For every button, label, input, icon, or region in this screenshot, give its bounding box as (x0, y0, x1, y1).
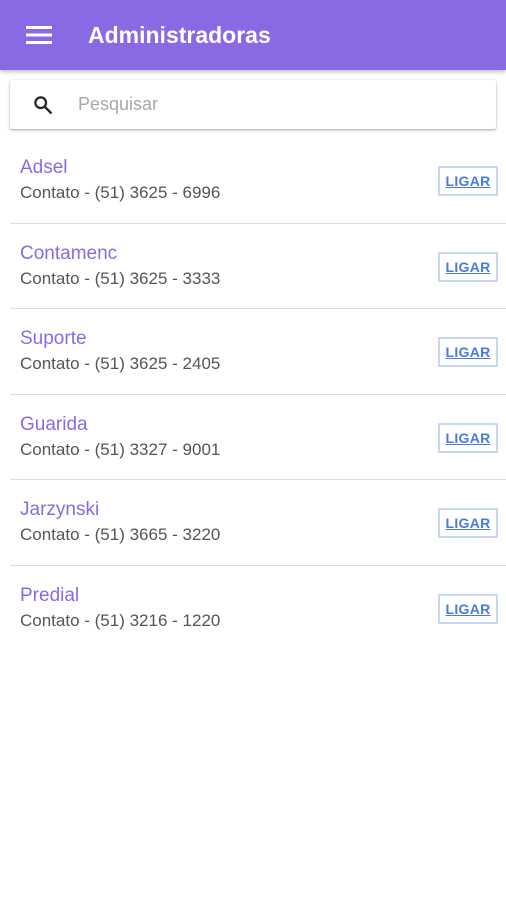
list-item: Suporte Contato - (51) 3625 - 2405 LIGAR (10, 309, 506, 395)
list-item: Adsel Contato - (51) 3625 - 6996 LIGAR (10, 138, 506, 224)
list-item: Contamenc Contato - (51) 3625 - 3333 LIG… (10, 224, 506, 309)
contact-phone: Contato - (51) 3625 - 3333 (20, 268, 221, 288)
contact-name: Guarida (20, 413, 88, 435)
call-button[interactable]: LIGAR (438, 422, 498, 453)
call-button[interactable]: LIGAR (438, 337, 498, 367)
search-bar[interactable] (10, 80, 496, 129)
contact-name: Adsel (20, 157, 68, 178)
contact-phone: Contato - (51) 3665 - 3220 (20, 525, 221, 544)
hamburger-menu-icon (26, 26, 52, 44)
call-button[interactable]: LIGAR (438, 166, 498, 196)
search-input[interactable] (76, 88, 480, 120)
app-bar: Administradoras (0, 0, 506, 70)
contact-name: Suporte (20, 328, 87, 349)
call-button[interactable]: LIGAR (438, 593, 498, 624)
contact-phone: Contato - (51) 3327 - 9001 (20, 439, 221, 459)
menu-button[interactable] (14, 13, 58, 57)
contact-name: Jarzynski (20, 499, 100, 520)
call-button[interactable]: LIGAR (438, 508, 498, 538)
list-item: Guarida Contato - (51) 3327 - 9001 LIGAR (10, 395, 506, 480)
list-item: Predial Contato - (51) 3216 - 1220 LIGAR (10, 566, 506, 651)
contact-name: Contamenc (20, 242, 118, 264)
list-item: Jarzynski Contato - (51) 3665 - 3220 LIG… (10, 480, 506, 566)
contact-phone: Contato - (51) 3625 - 2405 (20, 354, 221, 373)
page-title: Administradoras (88, 22, 271, 48)
contact-phone: Contato - (51) 3625 - 6996 (20, 183, 221, 202)
contact-list: Adsel Contato - (51) 3625 - 6996 LIGAR C… (0, 138, 506, 650)
call-button[interactable]: LIGAR (438, 251, 498, 282)
contact-name: Predial (20, 584, 80, 606)
contact-phone: Contato - (51) 3216 - 1220 (20, 610, 221, 630)
search-icon (34, 96, 52, 114)
